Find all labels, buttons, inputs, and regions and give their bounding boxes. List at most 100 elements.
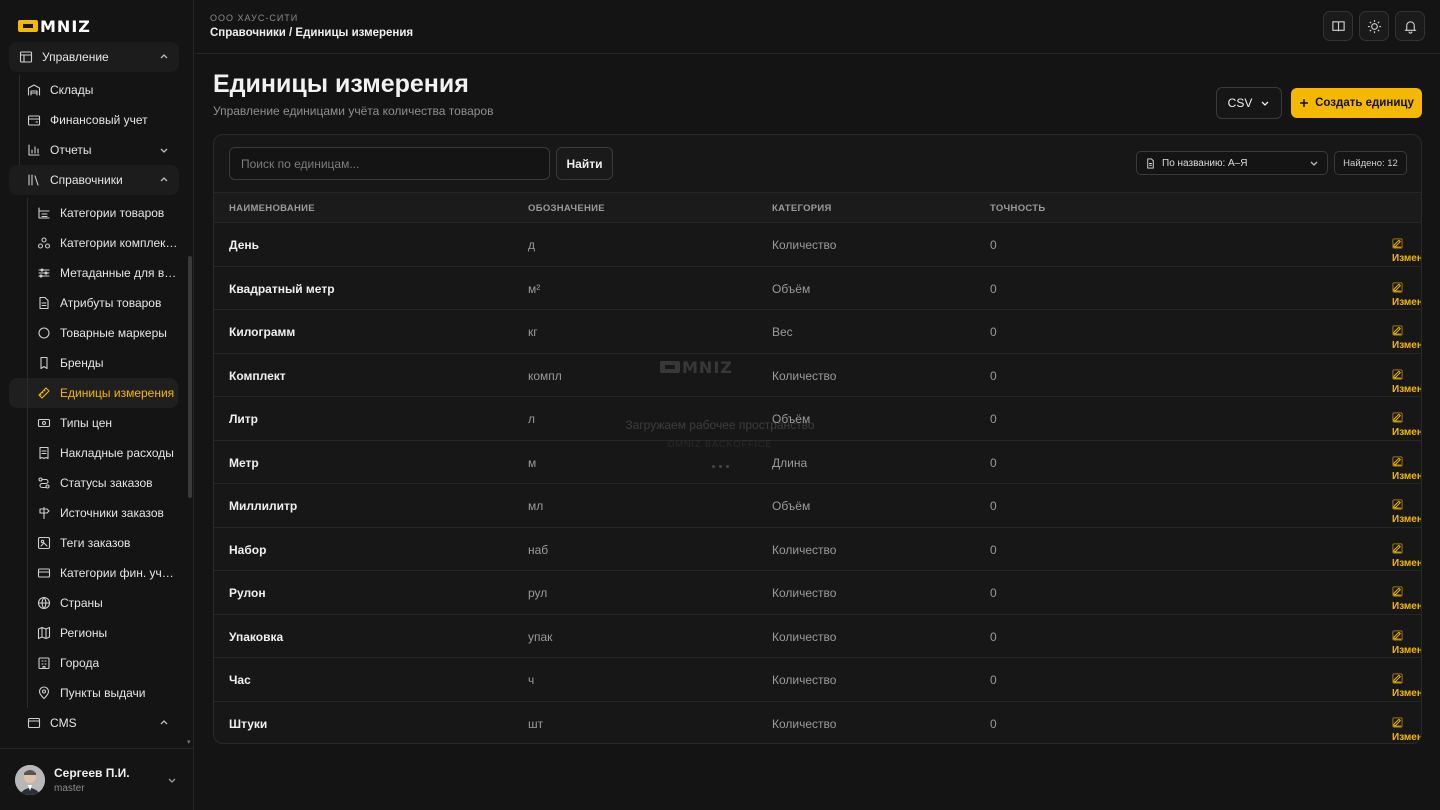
sidebar-item[interactable]: Справочники [9, 165, 179, 195]
table-row[interactable]: День д Количество 0 Изменить [214, 222, 1421, 266]
sidebar-item[interactable]: Единицы измерения [9, 378, 178, 408]
sidebar-item[interactable]: Отчеты [9, 135, 179, 165]
cell-precision: 0 [990, 281, 997, 296]
table-row[interactable]: Рулон рул Количество 0 Изменить [214, 570, 1421, 614]
cell-name: Квадратный метр [229, 281, 335, 296]
sidebar-item[interactable]: Теги заказов [9, 528, 179, 558]
cell-name: Миллилитр [229, 499, 298, 513]
edit-icon [1392, 455, 1403, 467]
sidebar-item[interactable]: Атрибуты товаров [9, 288, 179, 318]
sidebar-item[interactable]: Статусы заказов [9, 468, 179, 498]
svg-text:MNIZ: MNIZ [40, 17, 91, 35]
sidebar-item[interactable]: Регионы [9, 618, 179, 648]
column-header-category[interactable]: КАТЕГОРИЯ [772, 203, 832, 214]
table-row[interactable]: Комплект компл Количество 0 Изменить [214, 352, 1421, 397]
cell-name: Упаковка [229, 629, 284, 644]
units-card: Найти По названию: А–Я Найдено: 12 НАИМЕ… [213, 134, 1422, 744]
window-icon [27, 717, 41, 729]
table-row[interactable]: Килограмм кг Вес 0 Изменить [214, 309, 1421, 353]
cell-precision: 0 [990, 412, 997, 426]
wallet-icon [27, 115, 41, 126]
cell-name: Час [229, 673, 251, 687]
sidebar-item[interactable]: Пункты выдачи [9, 678, 179, 708]
cell-symbol: шт [528, 716, 544, 731]
breadcrumb: Справочники / Единицы измерения [210, 27, 414, 39]
edit-button[interactable]: Изменить [1392, 716, 1421, 743]
sidebar-item[interactable]: Категории комплектов [9, 228, 179, 258]
column-header-name[interactable]: НАИМЕНОВАНИЕ [229, 203, 315, 214]
sidebar-item[interactable]: Бренды [9, 348, 179, 378]
sidebar-item[interactable]: Финансовый учет [9, 105, 179, 135]
edit-button[interactable]: Изменить [1392, 542, 1421, 569]
cell-symbol: компл [528, 368, 562, 383]
sidebar-item[interactable]: Управление [9, 42, 179, 72]
theme-toggle-button[interactable] [1359, 11, 1389, 41]
sidebar-item[interactable]: Категории товаров [9, 198, 179, 228]
sidebar-item-label: CMS [50, 716, 77, 730]
column-header-precision[interactable]: ТОЧНОСТЬ [990, 203, 1046, 214]
table-row[interactable]: Миллилитр мл Объём 0 Изменить [214, 483, 1421, 527]
edit-icon [1392, 716, 1403, 728]
topbar: ООО ХАУС-СИТИ Справочники / Единицы изме… [195, 0, 1440, 54]
cell-category: Объём [772, 412, 811, 426]
sidebar-item[interactable]: Накладные расходы [9, 438, 179, 468]
edit-label: Изменить [1392, 427, 1421, 438]
sidebar-item[interactable]: Метаданные для витрины [9, 258, 179, 288]
user-menu[interactable]: Сергеев П.И. master [0, 748, 194, 810]
cell-precision: 0 [990, 368, 997, 383]
sidebar-item[interactable]: Типы цен [9, 408, 179, 438]
edit-button[interactable]: Изменить [1392, 629, 1421, 656]
edit-button[interactable]: Изменить [1392, 499, 1421, 525]
sidebar-item-label: Склады [50, 83, 94, 97]
sun-icon [1367, 19, 1381, 33]
sidebar-item[interactable]: Категории фин. учета [9, 558, 179, 588]
edit-button[interactable]: Изменить [1392, 455, 1421, 482]
library-icon [28, 174, 39, 186]
sidebar-item[interactable]: Страны [9, 588, 179, 618]
sidebar-item[interactable]: Товарные маркеры [9, 318, 179, 348]
edit-button[interactable]: Изменить [1392, 673, 1421, 699]
sort-label: По названию: А–Я [1162, 157, 1248, 169]
edit-button[interactable]: Изменить [1392, 586, 1421, 612]
sidebar-item[interactable]: Города [9, 648, 179, 678]
table-row[interactable]: Литр л Объём 0 Изменить [214, 396, 1421, 440]
cell-symbol: л [528, 412, 536, 426]
sidebar-item[interactable]: Источники заказов [9, 498, 179, 528]
sidebar-item[interactable]: Склады [9, 75, 179, 105]
cell-category: Количество [772, 368, 837, 383]
circle-icon [38, 327, 50, 339]
scroll-down-icon[interactable]: ▾ [187, 738, 191, 746]
edit-icon [1392, 499, 1403, 510]
cell-symbol: наб [528, 542, 549, 557]
panel-toggle-button[interactable] [1323, 11, 1353, 41]
map-pin-icon [38, 686, 50, 700]
search-input[interactable] [229, 147, 550, 180]
sidebar-scrollbar[interactable] [188, 256, 192, 498]
sidebar: MNIZ Управление Склады Финансовый учет Отче… [0, 0, 194, 810]
table-row[interactable]: Метр м Длина 0 Изменить [214, 439, 1421, 484]
edit-button[interactable]: Изменить [1392, 325, 1421, 351]
edit-button[interactable]: Изменить [1392, 368, 1421, 395]
find-button[interactable]: Найти [556, 147, 613, 180]
csv-export-dropdown[interactable]: CSV [1216, 87, 1282, 119]
cell-name: Набор [229, 542, 267, 557]
create-unit-button[interactable]: Создать единицу [1291, 88, 1422, 118]
sidebar-item[interactable]: CMS [9, 708, 179, 738]
edit-button[interactable]: Изменить [1392, 412, 1421, 438]
edit-icon [1392, 673, 1403, 684]
sidebar-nav: Управление Склады Финансовый учет Отчеты Спр… [9, 42, 187, 748]
table-row[interactable]: Квадратный метр м² Объём 0 Изменить [214, 265, 1421, 310]
plus-icon [1300, 99, 1309, 107]
table-row[interactable]: Штуки шт Количество 0 Изменить [214, 700, 1421, 744]
cell-category: Объём [772, 281, 811, 296]
edit-button[interactable]: Изменить [1392, 281, 1421, 308]
edit-button[interactable]: Изменить [1392, 238, 1421, 264]
table-row[interactable]: Час ч Количество 0 Изменить [214, 657, 1421, 701]
omniz-logo[interactable]: MNIZ [18, 17, 133, 35]
table-row[interactable]: Упаковка упак Количество 0 Изменить [214, 613, 1421, 658]
edit-icon [1392, 412, 1403, 423]
table-row[interactable]: Набор наб Количество 0 Изменить [214, 526, 1421, 571]
sort-select[interactable]: По названию: А–Я [1136, 151, 1328, 175]
notifications-button[interactable] [1395, 11, 1425, 41]
column-header-symbol[interactable]: ОБОЗНАЧЕНИЕ [528, 203, 605, 214]
